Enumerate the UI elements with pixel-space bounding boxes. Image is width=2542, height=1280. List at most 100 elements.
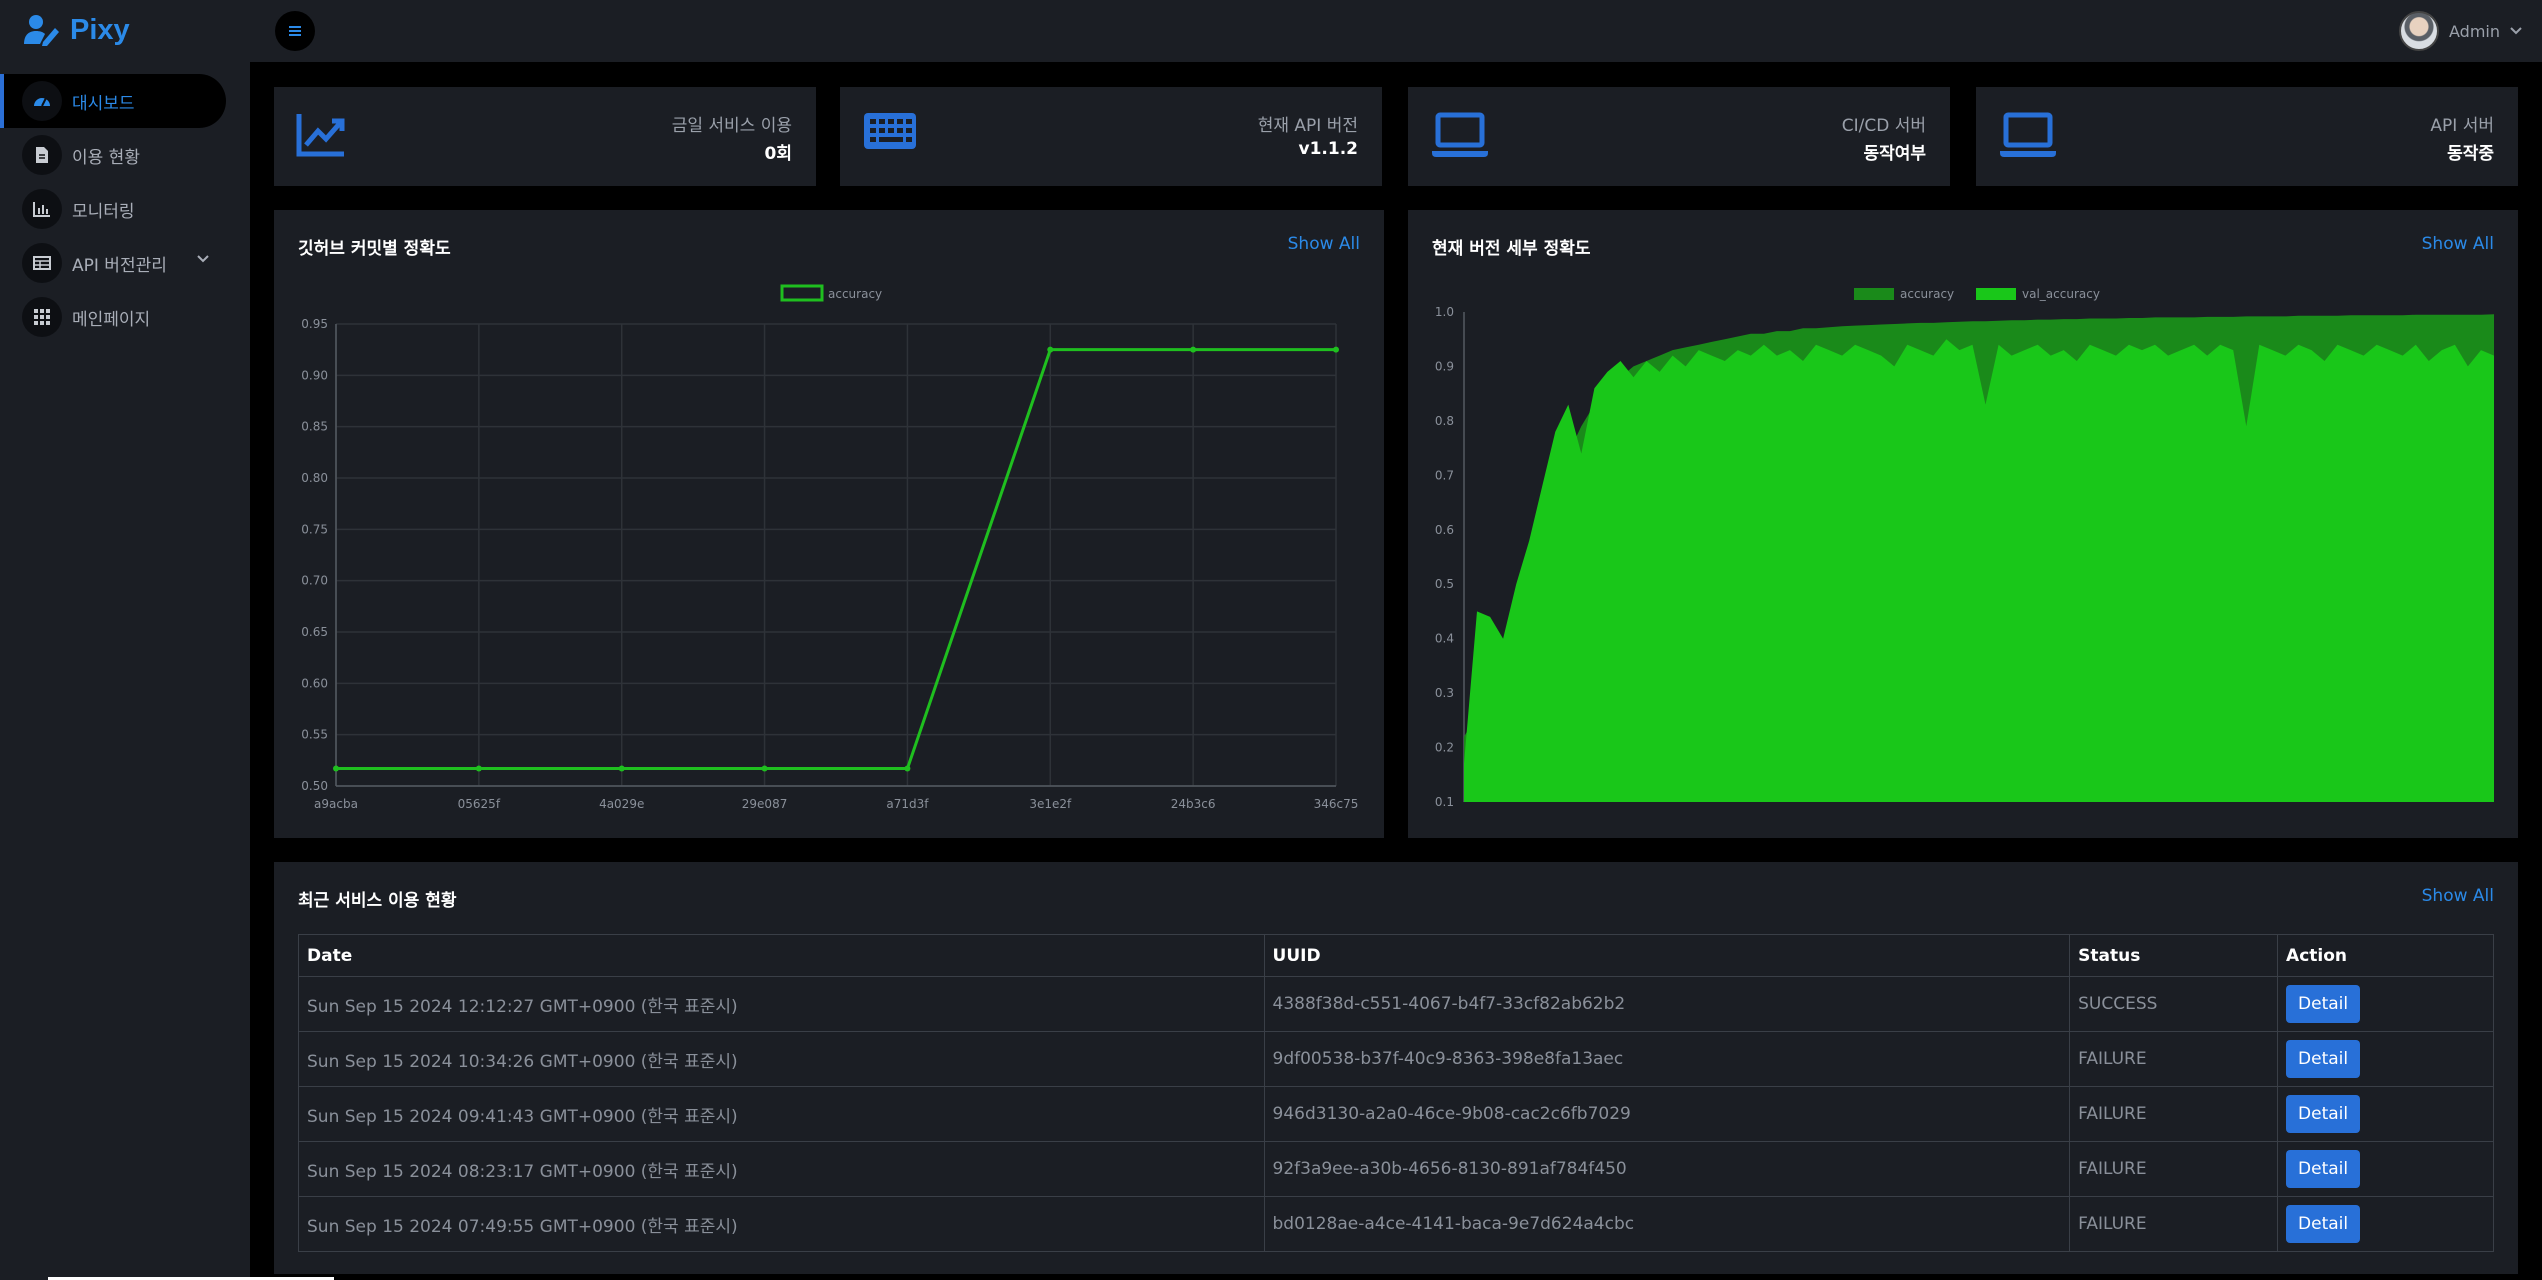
cell-date: Sun Sep 15 2024 12:12:27 GMT+0900 (한국 표준…: [298, 976, 1265, 1032]
detail-button[interactable]: Detail: [2286, 1150, 2361, 1188]
show-all-link[interactable]: Show All: [1288, 234, 1360, 254]
data-point-accuracy: [904, 765, 911, 772]
cell-date: Sun Sep 15 2024 08:23:17 GMT+0900 (한국 표준…: [298, 1141, 1265, 1197]
detail-button[interactable]: Detail: [2286, 985, 2361, 1023]
chevron-down-icon: [2510, 27, 2522, 35]
sidebar-item-dashboard[interactable]: 대시보드: [0, 74, 226, 128]
y-tick-label: 0.95: [301, 317, 328, 331]
card-title: 최근 서비스 이용 현황: [298, 891, 457, 911]
menu-toggle-button[interactable]: [275, 11, 315, 51]
commit-accuracy-card: 깃허브 커밋별 정확도 Show All accuracy 0.50 0.55 0.6…: [274, 210, 1384, 838]
data-point-accuracy: [1190, 346, 1197, 353]
legend-label-accuracy: accuracy: [828, 287, 882, 301]
sidebar-item-main-page[interactable]: 메인페이지: [0, 290, 250, 344]
card-title: 깃허브 커밋별 정확도: [298, 239, 451, 259]
legend-label-accuracy: accuracy: [1900, 287, 1954, 301]
y-tick-label: 0.50: [301, 779, 328, 793]
laptop-icon: [2000, 112, 2056, 157]
x-tick-label: 05625f: [458, 797, 501, 811]
legend-swatch-accuracy: [1854, 288, 1894, 300]
x-tick-label: 3e1e2f: [1029, 797, 1072, 811]
cell-date: Sun Sep 15 2024 09:41:43 GMT+0900 (한국 표준…: [298, 1086, 1265, 1142]
stat-label: 현재 API 버전: [1257, 116, 1358, 136]
show-all-link[interactable]: Show All: [2422, 886, 2494, 906]
column-header: Status: [2069, 934, 2279, 977]
data-point-accuracy: [618, 765, 625, 772]
legend-swatch-val_accuracy: [1976, 288, 2016, 300]
laptop-icon: [1432, 112, 1488, 157]
y-tick-label: 0.6: [1435, 523, 1454, 537]
column-header: Action: [2277, 934, 2494, 977]
sidebar-item-label: 메인페이지: [72, 309, 151, 330]
y-tick-label: 1.0: [1435, 305, 1454, 319]
user-menu[interactable]: Admin: [2399, 10, 2522, 52]
sidebar-item-label: 대시보드: [72, 93, 135, 114]
hamburger-icon: [289, 26, 301, 36]
stat-card-api-version: 현재 API 버전 v1.1.2: [840, 87, 1382, 186]
y-tick-label: 0.9: [1435, 359, 1454, 373]
detail-button[interactable]: Detail: [2286, 1040, 2361, 1078]
table-header-row: Date UUID Status Action: [298, 934, 2494, 977]
sidebar-item-label: API 버전관리: [72, 255, 167, 276]
avatar: [2399, 11, 2439, 51]
y-tick-label: 0.2: [1435, 741, 1454, 755]
y-tick-label: 0.4: [1435, 632, 1454, 646]
cell-uuid: 92f3a9ee-a30b-4656-8130-891af784f450: [1263, 1141, 2071, 1197]
y-tick-label: 0.55: [301, 728, 328, 742]
show-all-link[interactable]: Show All: [2422, 234, 2494, 254]
x-tick-label: 4a029e: [599, 797, 644, 811]
table-row: Sun Sep 15 2024 10:34:26 GMT+0900 (한국 표준…: [298, 1031, 2494, 1087]
cell-status: FAILURE: [2069, 1196, 2279, 1252]
table-row: Sun Sep 15 2024 08:23:17 GMT+0900 (한국 표준…: [298, 1141, 2494, 1197]
stat-label: 금일 서비스 이용: [671, 116, 792, 136]
x-tick-label: a9acba: [314, 797, 358, 811]
y-tick-label: 0.70: [301, 574, 328, 588]
chart-line-icon: [296, 114, 345, 157]
bar-chart-icon: [22, 189, 62, 229]
cell-status: FAILURE: [2069, 1141, 2279, 1197]
data-point-accuracy: [475, 765, 482, 772]
cell-status: SUCCESS: [2069, 976, 2279, 1032]
table-row: Sun Sep 15 2024 07:49:55 GMT+0900 (한국 표준…: [298, 1196, 2494, 1252]
series-area-val_accuracy: [1464, 339, 2494, 802]
cell-action: Detail: [2277, 976, 2494, 1032]
y-tick-label: 0.90: [301, 368, 328, 382]
topbar: Admin: [250, 0, 2542, 62]
sidebar-item-monitoring[interactable]: 모니터링: [0, 182, 250, 236]
stat-value: 동작중: [2447, 144, 2494, 164]
recent-usage-table: Date UUID Status Action Sun Sep 15 2024 …: [298, 934, 2494, 1252]
cell-uuid: 4388f38d-c551-4067-b4f7-33cf82ab62b2: [1263, 976, 2071, 1032]
user-name: Admin: [2449, 21, 2500, 41]
cell-status: FAILURE: [2069, 1086, 2279, 1142]
version-accuracy-chart: accuracy val_accuracy 0.1 0.2 0.3 0.4 0.5 0.6 0.…: [1435, 287, 2494, 809]
sidebar: Pixy 대시보드 이용 현황 모니터링 API 버전관리 메인페이지: [0, 0, 250, 1280]
brand[interactable]: Pixy: [22, 10, 130, 50]
stat-value: 동작여부: [1863, 144, 1926, 164]
version-accuracy-card: 현재 버전 세부 정확도 Show All accuracy val_accura…: [1408, 210, 2518, 838]
data-point-accuracy: [761, 765, 768, 772]
stat-value: 0회: [764, 144, 792, 164]
dashboard-gauge-icon: [22, 81, 62, 121]
sidebar-item-usage[interactable]: 이용 현황: [0, 128, 250, 182]
legend-label-val_accuracy: val_accuracy: [2022, 287, 2100, 301]
sidebar-item-label: 이용 현황: [72, 147, 140, 168]
cell-uuid: bd0128ae-a4ce-4141-baca-9e7d624a4cbc: [1263, 1196, 2071, 1252]
detail-button[interactable]: Detail: [2286, 1205, 2361, 1243]
y-tick-label: 0.5: [1435, 577, 1454, 591]
cell-action: Detail: [2277, 1031, 2494, 1087]
y-tick-label: 0.75: [301, 522, 328, 536]
y-tick-label: 0.65: [301, 625, 328, 639]
recent-usage-card: 최근 서비스 이용 현황 Show All Date UUID Status A…: [274, 862, 2518, 1274]
y-tick-label: 0.8: [1435, 414, 1454, 428]
keyboard-icon: [864, 113, 916, 149]
sidebar-item-api-version[interactable]: API 버전관리: [0, 236, 250, 290]
cell-action: Detail: [2277, 1141, 2494, 1197]
brand-name: Pixy: [70, 13, 130, 46]
x-tick-label: 346c75: [1314, 797, 1359, 811]
document-icon: [22, 135, 62, 175]
stat-label: API 서버: [2430, 116, 2494, 136]
detail-button[interactable]: Detail: [2286, 1095, 2361, 1133]
chevron-down-icon[interactable]: [196, 254, 210, 264]
y-tick-label: 0.85: [301, 420, 328, 434]
user-edit-icon: [24, 15, 59, 46]
